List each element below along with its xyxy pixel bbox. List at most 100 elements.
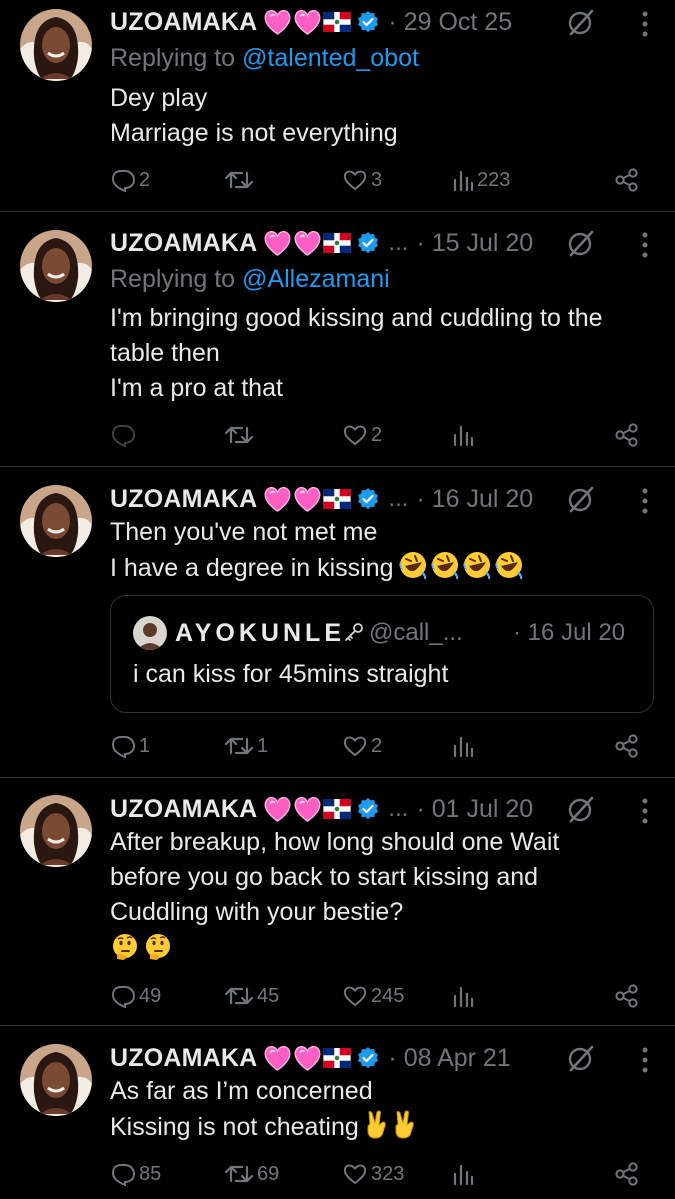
heart-icon (342, 1162, 368, 1186)
display-name[interactable]: UZOAMAKA (110, 485, 257, 514)
tweet-line: Cuddling with your bestie? (110, 898, 404, 926)
pink-heart-icon (293, 796, 322, 822)
like-count: 245 (371, 984, 405, 1007)
reply-icon (110, 1162, 136, 1186)
reply-count: 1 (139, 734, 151, 757)
views-button[interactable]: 223 (452, 164, 510, 196)
name-emoji (263, 486, 351, 512)
tweet-date[interactable]: · 01 Jul 20 (416, 795, 533, 824)
tweet-header: UZOAMAKA ... · 16 Jul 20 (110, 483, 533, 515)
like-count: 323 (371, 1162, 405, 1185)
more-options-icon[interactable] (639, 1044, 651, 1076)
repost-button[interactable] (224, 419, 257, 451)
share-button[interactable] (614, 164, 640, 196)
grok-icon[interactable] (565, 483, 597, 515)
tweet-line-text: Kissing is not cheating (110, 1113, 359, 1141)
views-button[interactable] (452, 980, 477, 1012)
reply-button[interactable]: 49 (110, 980, 161, 1012)
share-button[interactable] (614, 730, 640, 762)
quoted-handle[interactable]: @call_... (369, 619, 463, 647)
tweet-line: I'm a pro at that (110, 374, 283, 402)
pink-heart-icon (293, 1045, 322, 1071)
quoted-display-name[interactable]: AYOKUNLE (175, 619, 345, 648)
tweet-header: UZOAMAKA ... · 15 Jul 20 (110, 227, 533, 259)
more-options-icon[interactable] (639, 229, 651, 261)
display-name[interactable]: UZOAMAKA (110, 795, 257, 824)
share-button[interactable] (614, 419, 640, 451)
tweet-date[interactable]: · 16 Jul 20 (416, 485, 533, 514)
tweet[interactable]: UZOAMAKA ... · 15 Jul 20 Replying to @Al… (0, 212, 675, 467)
more-options-icon[interactable] (639, 795, 651, 827)
display-name[interactable]: UZOAMAKA (110, 1044, 257, 1073)
more-options-icon[interactable] (639, 485, 651, 517)
tweet-text: Then you've not met me I have a degree i… (110, 515, 650, 586)
tweet[interactable]: UZOAMAKA · 08 Apr 21 As far as I’m conce… (0, 1026, 675, 1199)
tweet-date[interactable]: · 15 Jul 20 (416, 229, 533, 258)
quoted-date[interactable]: · 16 Jul 20 (513, 619, 625, 647)
victory-hand-icon (363, 1109, 389, 1139)
tweet[interactable]: UZOAMAKA ... · 01 Jul 20 After breakup, … (0, 778, 675, 1026)
tweet-line: I'm bringing good kissing and cuddling t… (110, 304, 603, 332)
views-button[interactable] (452, 419, 477, 451)
quoted-text: i can kiss for 45mins straight (133, 660, 449, 688)
views-button[interactable] (452, 1158, 477, 1190)
heart-icon (342, 984, 368, 1008)
repost-count: 1 (257, 734, 269, 757)
share-button[interactable] (614, 1158, 640, 1190)
reply-handle-link[interactable]: @talented_obot (242, 44, 419, 72)
quoted-tweet[interactable]: AYOKUNLE @call_... · 16 Jul 20 i can kis… (110, 595, 654, 713)
reply-button[interactable] (110, 419, 139, 451)
repost-count: 69 (257, 1162, 280, 1185)
quoted-avatar[interactable] (133, 616, 167, 650)
tweet-header: UZOAMAKA ... · 01 Jul 20 (110, 793, 533, 825)
more-options-icon[interactable] (639, 8, 651, 40)
repost-button[interactable]: 1 (224, 730, 268, 762)
heart-icon (342, 423, 368, 447)
tweet-line: Kissing is not cheating (110, 1109, 650, 1145)
reply-button[interactable]: 1 (110, 730, 150, 762)
avatar[interactable] (20, 1044, 92, 1116)
pink-heart-icon (263, 230, 292, 256)
emoji-row (110, 930, 650, 972)
display-name[interactable]: UZOAMAKA (110, 8, 257, 37)
pink-heart-icon (263, 1045, 292, 1071)
pink-heart-icon (293, 9, 322, 35)
grok-icon[interactable] (565, 227, 597, 259)
repost-button[interactable]: 45 (224, 980, 279, 1012)
like-button[interactable]: 2 (342, 730, 382, 762)
avatar[interactable] (20, 9, 92, 81)
repost-button[interactable]: 69 (224, 1158, 279, 1190)
like-button[interactable]: 245 (342, 980, 404, 1012)
grok-icon[interactable] (565, 6, 597, 38)
tweet[interactable]: UZOAMAKA · 29 Oct 25 Replying to @talent… (0, 0, 675, 212)
like-count: 2 (371, 734, 383, 757)
views-button[interactable] (452, 730, 477, 762)
reply-icon (110, 423, 136, 447)
pink-heart-icon (263, 486, 292, 512)
thinking-face-icon (143, 932, 173, 962)
avatar[interactable] (20, 485, 92, 557)
reply-button[interactable]: 85 (110, 1158, 161, 1190)
reply-button[interactable]: 2 (110, 164, 150, 196)
avatar[interactable] (20, 230, 92, 302)
rolling-on-floor-laughing-icon (430, 550, 460, 580)
tweet[interactable]: UZOAMAKA ... · 16 Jul 20 Then you've not… (0, 467, 675, 778)
like-button[interactable]: 323 (342, 1158, 404, 1190)
repost-button[interactable] (224, 164, 257, 196)
like-button[interactable]: 3 (342, 164, 382, 196)
avatar[interactable] (20, 795, 92, 867)
share-button[interactable] (614, 980, 640, 1012)
tweet-actions: 2 3 223 (0, 164, 675, 196)
display-name[interactable]: UZOAMAKA (110, 229, 257, 258)
tweet-text: As far as I’m concerned Kissing is not c… (110, 1074, 650, 1145)
like-button[interactable]: 2 (342, 419, 382, 451)
grok-icon[interactable] (565, 793, 597, 825)
tweet-date[interactable]: · 08 Apr 21 (388, 1044, 510, 1073)
reply-handle-link[interactable]: @Allezamani (242, 265, 390, 293)
key-icon (343, 622, 365, 644)
verified-badge-icon (356, 487, 380, 511)
tweet-date[interactable]: · 29 Oct 25 (388, 8, 512, 37)
name-emoji (263, 9, 351, 35)
grok-icon[interactable] (565, 1042, 597, 1074)
rolling-on-floor-laughing-icon (462, 550, 492, 580)
